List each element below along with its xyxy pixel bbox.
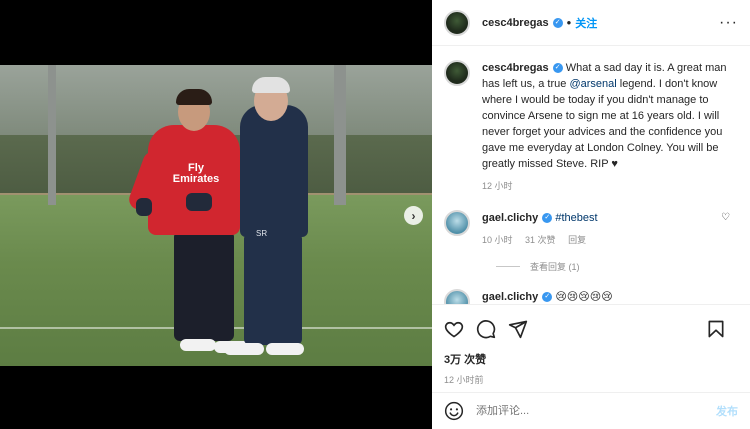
comment-icon[interactable] [476,319,496,339]
separator-dot: • [566,15,572,30]
coach-jacket [240,105,308,237]
post-time[interactable]: 12 小时前 [444,373,738,386]
comment-text: 😢😢😢😢😢 [555,291,613,303]
replies-dash [496,266,520,267]
player-glove [136,198,152,216]
comment-likes[interactable]: 31 次赞 [525,235,556,245]
coach-legs [244,233,302,345]
player-glove [186,193,212,211]
bookmark-icon[interactable] [706,319,726,339]
post-header: cesc4bregas ✓ • 关注 ··· [432,0,750,46]
avatar[interactable] [444,60,470,86]
share-icon[interactable] [508,319,528,339]
verified-icon: ✓ [542,292,553,303]
emoji-icon[interactable] [444,401,464,421]
view-replies-label[interactable]: 查看回复 (1) [530,260,580,273]
comment: gael.clichy ✓ 😢😢😢😢😢 [444,289,738,304]
likes-count[interactable]: 3万 次赞 [444,351,738,367]
coach-initials: SR [256,229,268,238]
next-arrow-icon[interactable]: › [404,206,423,225]
photo-post [334,65,346,205]
comment: gael.clichy ✓ #thebest 10 小时 31 次赞 回复 ♡ [444,210,738,248]
caption: cesc4bregas ✓ What a sad day it is. A gre… [444,60,738,194]
comment-meta: 10 小时 31 次赞 回复 [482,232,738,248]
coach-hair [252,77,290,93]
comment-body: gael.clichy ✓ 😢😢😢😢😢 [482,289,738,304]
comment-author[interactable]: gael.clichy [482,212,538,224]
comment-hashtag[interactable]: #thebest [555,212,597,224]
add-comment-bar: 发布 [432,392,750,429]
media-panel: Fly Emirates SR › [0,0,432,429]
avatar[interactable] [444,289,470,304]
photo-post [48,65,56,205]
comments-list[interactable]: cesc4bregas ✓ What a sad day it is. A gre… [432,60,750,304]
post-sidebar: cesc4bregas ✓ • 关注 ··· cesc4bregas ✓ What… [432,0,750,429]
caption-body: cesc4bregas ✓ What a sad day it is. A gre… [482,60,738,194]
post-photo[interactable]: Fly Emirates SR [0,65,432,366]
comment-input[interactable] [476,405,676,417]
verified-icon: ✓ [542,213,553,224]
verified-icon: ✓ [552,17,563,28]
like-comment-icon[interactable]: ♡ [721,212,730,223]
avatar[interactable] [444,9,470,36]
comment-author[interactable]: gael.clichy [482,291,538,303]
caption-time[interactable]: 12 小时 [482,178,738,194]
view-replies[interactable]: 查看回复 (1) [496,260,738,273]
caption-mention[interactable]: @arsenal [569,78,616,90]
more-icon[interactable]: ··· [719,14,738,32]
follow-button[interactable]: 关注 [575,15,597,31]
comment-time[interactable]: 10 小时 [482,235,513,245]
comment-body: gael.clichy ✓ #thebest 10 小时 31 次赞 回复 [482,210,738,248]
caption-author[interactable]: cesc4bregas [482,62,549,74]
caption-text: legend. I don't know where I would be to… [482,78,723,170]
player-legs [174,231,234,341]
action-icons [444,317,738,341]
heart-icon[interactable] [444,319,464,339]
verified-icon: ✓ [552,63,563,74]
avatar[interactable] [444,210,470,236]
post-actions: 3万 次赞 12 小时前 [432,304,750,386]
jersey-sponsor-text: Fly Emirates [172,162,220,185]
post-comment-button[interactable]: 发布 [716,403,738,419]
reply-button[interactable]: 回复 [568,235,586,245]
coach-shoe [224,343,264,355]
author-username[interactable]: cesc4bregas [482,17,549,29]
heart-emoji: ♥ [611,158,618,170]
player-shoe [180,339,216,351]
player-hair [176,89,212,105]
coach-shoe [266,343,304,355]
